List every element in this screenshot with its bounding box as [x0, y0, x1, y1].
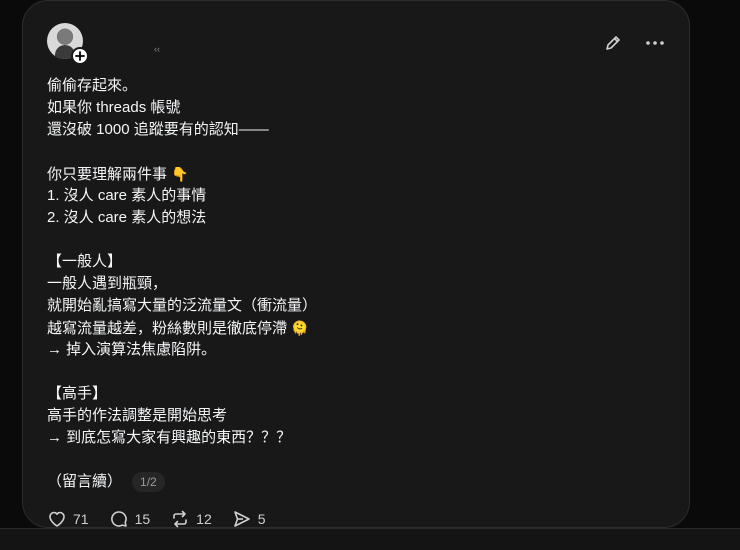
post-card: ‹‹ 偷偷存起來。 如果你 threads 帳號 還沒破 1000 追蹤要有的認… [22, 0, 690, 528]
share-count: 5 [257, 511, 266, 527]
heart-icon [49, 511, 65, 527]
melting-face-emoji: 🫠 [291, 320, 309, 336]
post-line: 2. 沒人 care 素人的想法 [47, 209, 207, 226]
point-down-emoji: 👇 [171, 166, 189, 182]
repost-icon [173, 510, 187, 528]
share-button[interactable]: 5 [232, 509, 266, 529]
bottom-bar [0, 528, 740, 550]
post-line: 如果你 threads 帳號 [47, 99, 181, 116]
post-header-actions [603, 33, 665, 53]
send-icon [233, 511, 250, 527]
post-actions: 71 15 12 5 [47, 509, 266, 529]
post-line: 你只要理解兩件事 👇 [47, 163, 667, 185]
like-count: 71 [73, 511, 89, 527]
post-line: 【高手】 [47, 385, 108, 402]
post-line-text: 越寫流量越差，粉絲數則是徹底停滯 [47, 320, 288, 337]
comment-icon [110, 511, 127, 527]
post-line-text: 你只要理解兩件事 [47, 166, 168, 183]
comment-count: 15 [134, 511, 151, 527]
repost-count: 12 [196, 511, 212, 527]
like-button[interactable]: 71 [47, 509, 89, 529]
post-tail: （留言續） 1/2 [47, 471, 667, 493]
post-line: 就開始亂搞寫大量的泛流量文（衝流量） [47, 297, 318, 314]
post-line: 越寫流量越差，粉絲數則是徹底停滯 🫠 [47, 317, 667, 339]
more-dots-icon[interactable] [645, 33, 665, 53]
pencil-icon[interactable] [603, 33, 623, 53]
avatar[interactable] [47, 23, 89, 65]
post-tail-text: （留言續） [47, 473, 123, 490]
post-line: 高手的作法調整是開始思考 [47, 407, 228, 424]
post-line: → 到底怎寫大家有興趣的東西？？？ [47, 429, 292, 446]
post-line: 1. 沒人 care 素人的事情 [47, 187, 207, 204]
repost-button[interactable]: 12 [170, 509, 212, 529]
post-line: 偷偷存起來。 [47, 77, 138, 94]
plus-icon[interactable] [71, 47, 89, 65]
page-indicator[interactable]: 1/2 [132, 472, 165, 492]
post-meta-mark: ‹‹ [154, 44, 160, 54]
post-line: 還沒破 1000 追蹤要有的認知—— [47, 121, 269, 138]
post-line: 一般人遇到瓶頸， [47, 275, 168, 292]
post-line: 【一般人】 [47, 253, 123, 270]
comment-button[interactable]: 15 [109, 509, 151, 529]
post-line: → 掉入演算法焦慮陷阱。 [47, 341, 217, 358]
post-body: 偷偷存起來。 如果你 threads 帳號 還沒破 1000 追蹤要有的認知——… [47, 75, 667, 493]
